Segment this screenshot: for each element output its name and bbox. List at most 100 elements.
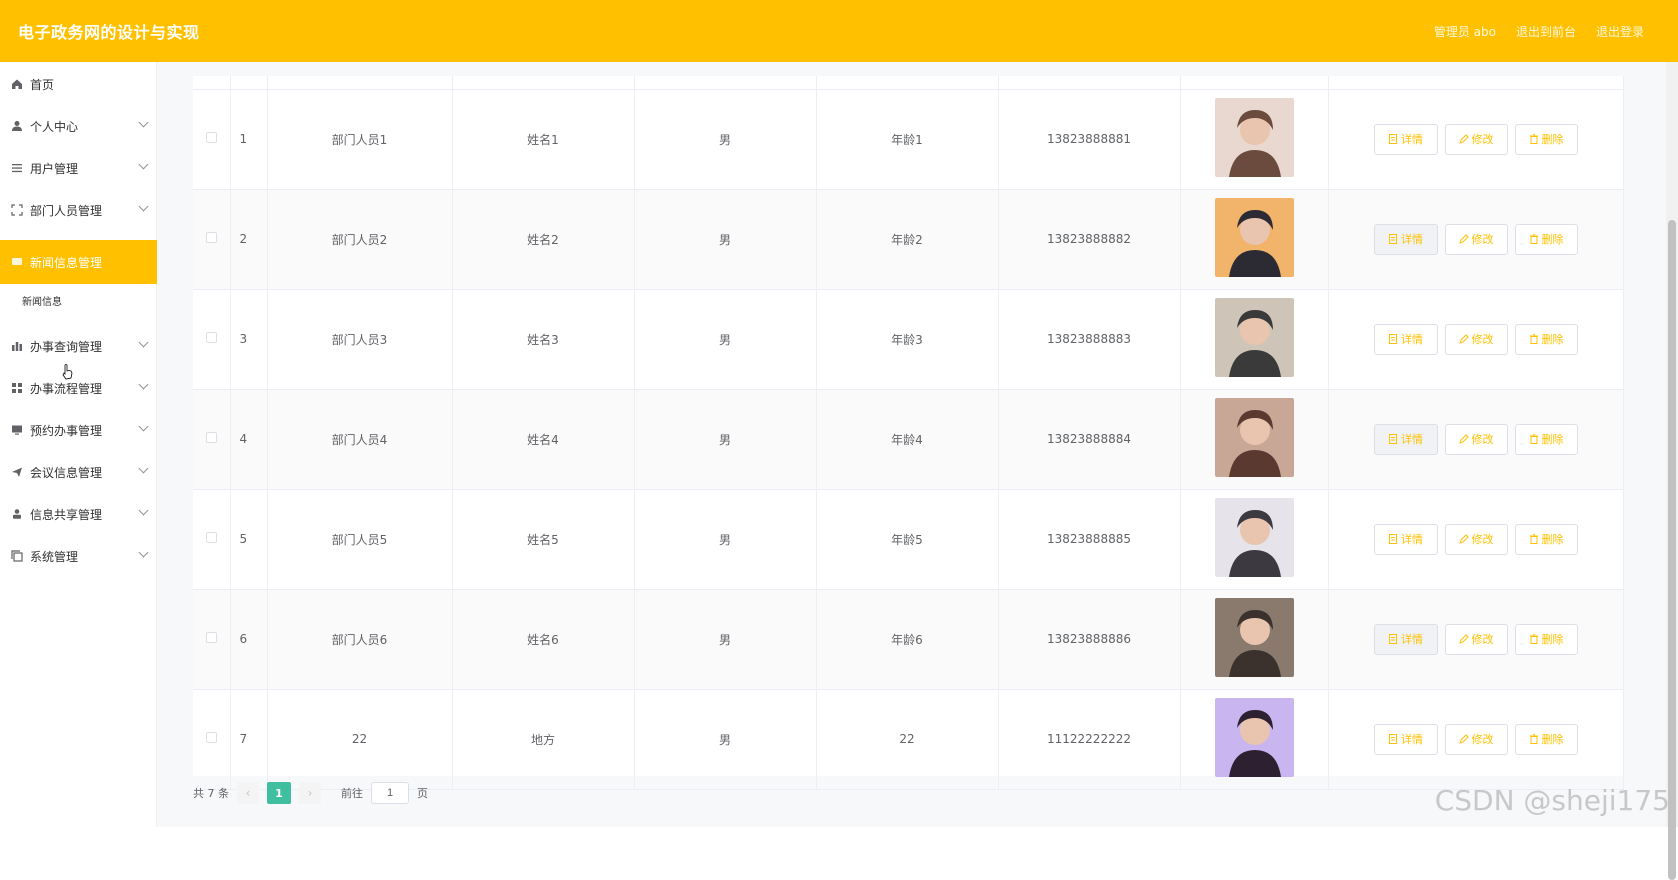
name-cell: 地方 (452, 689, 634, 789)
chevron-down-icon (139, 422, 149, 432)
sidebar-item-system[interactable]: 系统管理 (0, 534, 157, 578)
header-actions: 管理员 abo 退出到前台 退出登录 (1434, 23, 1678, 40)
delete-button[interactable]: 删除 (1515, 724, 1578, 755)
sidebar-item-label: 系统管理 (30, 548, 78, 565)
copy-icon (10, 549, 24, 563)
row-checkbox[interactable] (206, 232, 217, 243)
row-checkbox[interactable] (206, 532, 217, 543)
delete-button[interactable]: 删除 (1515, 324, 1578, 355)
age-cell: 年龄2 (816, 189, 998, 289)
home-icon (10, 77, 24, 91)
gender-cell: 男 (634, 489, 816, 589)
account-cell: 部门人员5 (267, 489, 452, 589)
sidebar-item-users[interactable]: 用户管理 (0, 146, 157, 190)
age-cell: 22 (816, 689, 998, 789)
trash-icon (1529, 334, 1539, 344)
delete-button[interactable]: 删除 (1515, 524, 1578, 555)
avatar-cell (1180, 689, 1328, 789)
delete-button[interactable]: 删除 (1515, 124, 1578, 155)
sidebar-item-label: 办事查询管理 (30, 338, 102, 355)
sidebar-item-home[interactable]: 首页 (0, 62, 157, 106)
chevron-down-icon (139, 464, 149, 474)
delete-button[interactable]: 删除 (1515, 624, 1578, 655)
edit-button[interactable]: 修改 (1445, 524, 1508, 555)
table-header-strip (193, 76, 1623, 89)
sidebar-item-label: 会议信息管理 (30, 464, 102, 481)
sidebar-item-label: 信息共享管理 (30, 506, 102, 523)
detail-button[interactable]: 详情 (1374, 724, 1438, 755)
gender-cell: 男 (634, 89, 816, 189)
row-index: 4 (230, 389, 267, 489)
avatar-cell (1180, 89, 1328, 189)
edit-button[interactable]: 修改 (1445, 724, 1508, 755)
delete-button[interactable]: 删除 (1515, 224, 1578, 255)
account-cell: 部门人员2 (267, 189, 452, 289)
detail-button[interactable]: 详情 (1374, 424, 1438, 455)
detail-button[interactable]: 详情 (1374, 624, 1438, 655)
logout-link[interactable]: 退出登录 (1596, 23, 1644, 40)
sidebar-item-query[interactable]: 办事查询管理 (0, 324, 157, 368)
row-checkbox[interactable] (206, 332, 217, 343)
sidebar-item-label: 部门人员管理 (30, 202, 102, 219)
detail-button[interactable]: 详情 (1374, 524, 1438, 555)
edit-button[interactable]: 修改 (1445, 424, 1508, 455)
sidebar-item-label: 预约办事管理 (30, 422, 102, 439)
delete-button-label: 删除 (1542, 731, 1564, 747)
detail-button[interactable]: 详情 (1374, 324, 1438, 355)
sidebar-item-sharing[interactable]: 信息共享管理 (0, 492, 157, 536)
person-icon (10, 507, 24, 521)
gender-cell: 男 (634, 189, 816, 289)
trash-icon (1529, 534, 1539, 544)
row-index: 6 (230, 589, 267, 689)
row-checkbox[interactable] (206, 732, 217, 743)
scrollbar[interactable] (1666, 62, 1678, 827)
avatar (1215, 198, 1294, 277)
detail-button[interactable]: 详情 (1374, 124, 1438, 155)
age-cell: 年龄5 (816, 489, 998, 589)
prev-page-button[interactable]: ‹ (237, 782, 259, 804)
sidebar-item-dept-staff[interactable]: 部门人员管理 (0, 188, 157, 232)
detail-button-label: 详情 (1401, 431, 1423, 447)
sidebar-item-appointment[interactable]: 预约办事管理 (0, 408, 157, 452)
sidebar-item-process[interactable]: 办事流程管理 (0, 366, 157, 410)
message-icon (10, 255, 24, 269)
chevron-down-icon (139, 160, 149, 170)
row-index: 1 (230, 89, 267, 189)
sidebar-item-meeting[interactable]: 会议信息管理 (0, 450, 157, 494)
gender-cell: 男 (634, 289, 816, 389)
data-table: 1 部门人员1 姓名1 男 年龄1 13823888881 详情 修改 (193, 76, 1624, 790)
chevron-down-icon (139, 380, 149, 390)
table-row: 1 部门人员1 姓名1 男 年龄1 13823888881 详情 修改 (193, 89, 1623, 189)
sidebar-item-label: 个人中心 (30, 118, 78, 135)
trash-icon (1529, 234, 1539, 244)
delete-button[interactable]: 删除 (1515, 424, 1578, 455)
sidebar: 首页 个人中心 用户管理 部门人员管理 新闻信息管理 新闻信息 办事查询管理 (0, 62, 157, 827)
pencil-icon (1459, 434, 1469, 444)
row-checkbox[interactable] (206, 132, 217, 143)
row-checkbox[interactable] (206, 632, 217, 643)
scrollbar-thumb[interactable] (1668, 220, 1676, 880)
name-cell: 姓名5 (452, 489, 634, 589)
sidebar-subitem-news[interactable]: 新闻信息 (22, 293, 62, 308)
row-checkbox[interactable] (206, 432, 217, 443)
staff-table: 1 部门人员1 姓名1 男 年龄1 13823888881 详情 修改 (193, 76, 1623, 776)
page-number-1[interactable]: 1 (267, 782, 291, 804)
edit-button[interactable]: 修改 (1445, 324, 1508, 355)
back-to-front-link[interactable]: 退出到前台 (1516, 23, 1576, 40)
edit-button[interactable]: 修改 (1445, 124, 1508, 155)
phone-cell: 13823888886 (998, 589, 1180, 689)
sidebar-item-personal[interactable]: 个人中心 (0, 104, 157, 148)
next-page-button[interactable]: › (299, 782, 321, 804)
chevron-down-icon (139, 548, 149, 558)
edit-button[interactable]: 修改 (1445, 224, 1508, 255)
detail-button-label: 详情 (1401, 631, 1423, 647)
avatar-cell (1180, 589, 1328, 689)
edit-button[interactable]: 修改 (1445, 624, 1508, 655)
operations-cell: 详情 修改 删除 (1328, 189, 1623, 289)
goto-page-input[interactable] (371, 782, 409, 804)
grid-icon (10, 381, 24, 395)
sidebar-item-news[interactable]: 新闻信息管理 (0, 240, 157, 284)
trash-icon (1529, 734, 1539, 744)
trash-icon (1529, 134, 1539, 144)
detail-button[interactable]: 详情 (1374, 224, 1438, 255)
